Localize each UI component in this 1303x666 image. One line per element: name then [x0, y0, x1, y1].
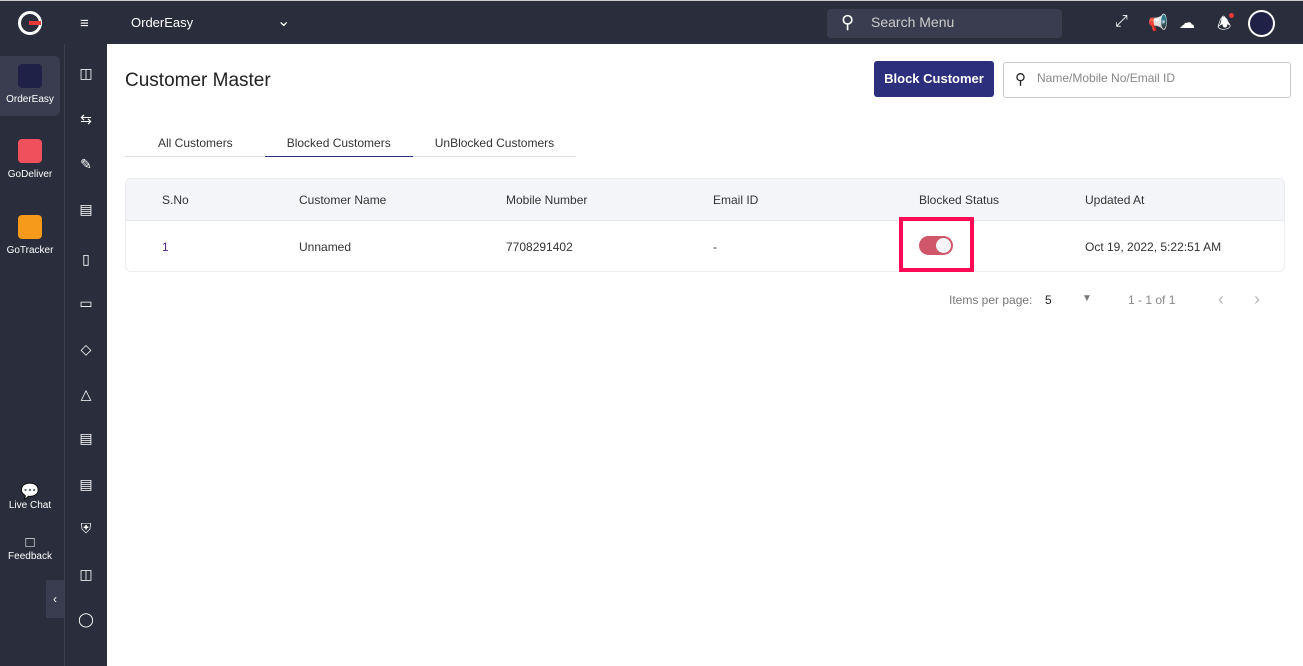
menu-toggle-icon[interactable]: ≡ — [80, 15, 89, 32]
app-orderEasy[interactable]: OrderEasy — [0, 56, 60, 116]
top-bar: ≡ OrderEasy ⌄ ⚲ Search Menu ⤢ 📢 ☁ 🕭 — [0, 0, 1303, 44]
next-page-button[interactable]: › — [1254, 289, 1260, 310]
cell-email: - — [713, 240, 717, 254]
items-per-page-label: Items per page: — [949, 293, 1033, 307]
cell-mobile: 7708291402 — [506, 240, 573, 254]
feedback-label: Feedback — [8, 551, 52, 562]
pos-icon[interactable]: ▭ — [78, 295, 94, 312]
document-icon[interactable]: ▤ — [78, 430, 94, 447]
cell-name: Unnamed — [299, 240, 352, 254]
feedback-icon: □ — [25, 534, 35, 551]
table-header: S.No Customer Name Mobile Number Email I… — [126, 179, 1284, 221]
transfer-icon[interactable]: ⇆ — [78, 111, 94, 128]
items-per-page-select[interactable]: 5 — [1045, 293, 1052, 307]
table-row: 1 Unnamed 7708291402 - Oct 19, 2022, 5:2… — [126, 221, 1284, 271]
cloud-icon[interactable]: ☁ — [1179, 13, 1195, 33]
customer-search[interactable]: ⚲ — [1003, 62, 1291, 98]
search-icon: ⚲ — [841, 12, 855, 32]
highlight-box — [899, 217, 974, 272]
app-sidebar: OrderEasy GoDeliver GoTracker 💬 Live Chat… — [0, 44, 64, 666]
col-sno[interactable]: S.No — [162, 193, 189, 207]
fullscreen-icon[interactable]: ⤢ — [1115, 13, 1128, 31]
app-label: OrderEasy — [6, 94, 54, 105]
col-updated-at[interactable]: Updated At — [1085, 193, 1144, 207]
chat-icon[interactable]: ◯ — [78, 611, 94, 628]
report-icon[interactable]: ▤ — [78, 476, 94, 493]
avatar[interactable] — [1248, 10, 1275, 37]
tab-unblocked-customers[interactable]: UnBlocked Customers — [413, 133, 576, 157]
live-chat-label: Live Chat — [8, 500, 52, 511]
customers-table: S.No Customer Name Mobile Number Email I… — [125, 178, 1285, 272]
customer-search-input[interactable] — [1037, 71, 1277, 85]
logo-icon — [18, 11, 42, 35]
device-settings-icon[interactable]: ▯ — [78, 251, 94, 268]
bell-icon[interactable]: △ — [78, 386, 94, 403]
col-mobile[interactable]: Mobile Number — [506, 193, 587, 207]
page-range: 1 - 1 of 1 — [1128, 293, 1176, 307]
tabs: All Customers Blocked Customers UnBlocke… — [125, 133, 577, 157]
app-goDeliver[interactable]: GoDeliver — [0, 139, 60, 180]
tab-all-customers[interactable]: All Customers — [125, 133, 265, 157]
tab-blocked-customers[interactable]: Blocked Customers — [264, 133, 413, 157]
edit-list-icon[interactable]: ✎ — [78, 156, 94, 173]
chevron-down-icon[interactable]: ⌄ — [277, 11, 290, 31]
dashboard-icon[interactable]: ◫ — [78, 65, 94, 82]
app-label: GoTracker — [6, 245, 54, 256]
tag-icon[interactable]: ◇ — [78, 341, 94, 358]
col-blocked-status[interactable]: Blocked Status — [919, 193, 999, 207]
layout-icon[interactable]: ◫ — [78, 566, 94, 583]
announcement-icon[interactable]: 📢 — [1148, 13, 1168, 33]
brand-selector[interactable]: OrderEasy — [131, 15, 193, 30]
notification-dot — [1229, 13, 1234, 18]
inbox-icon[interactable]: ▤ — [78, 201, 94, 218]
orderEasy-icon — [18, 64, 42, 88]
search-icon: ⚲ — [1015, 71, 1026, 88]
col-customer-name[interactable]: Customer Name — [299, 193, 386, 207]
cell-sno: 1 — [162, 240, 169, 254]
app-label: GoDeliver — [7, 169, 53, 180]
search-menu[interactable]: ⚲ Search Menu — [827, 9, 1062, 38]
dropdown-arrow-icon[interactable]: ▼ — [1082, 293, 1092, 304]
shield-icon[interactable]: ⛨ — [78, 520, 94, 537]
goDeliver-icon — [18, 139, 42, 163]
prev-page-button[interactable]: ‹ — [1218, 289, 1224, 310]
cell-updated: Oct 19, 2022, 5:22:51 AM — [1085, 240, 1222, 254]
goTracker-icon — [18, 215, 42, 239]
block-customer-button[interactable]: Block Customer — [874, 61, 994, 97]
live-chat-button[interactable]: 💬 Live Chat — [0, 482, 60, 511]
collapse-sidebar-button[interactable]: ‹ — [46, 580, 64, 618]
search-menu-placeholder: Search Menu — [871, 14, 955, 30]
page-title: Customer Master — [125, 70, 271, 91]
app-goTracker[interactable]: GoTracker — [0, 215, 60, 256]
col-email[interactable]: Email ID — [713, 193, 758, 207]
chat-icon: 💬 — [20, 483, 40, 500]
feedback-button[interactable]: □ Feedback — [0, 534, 60, 562]
